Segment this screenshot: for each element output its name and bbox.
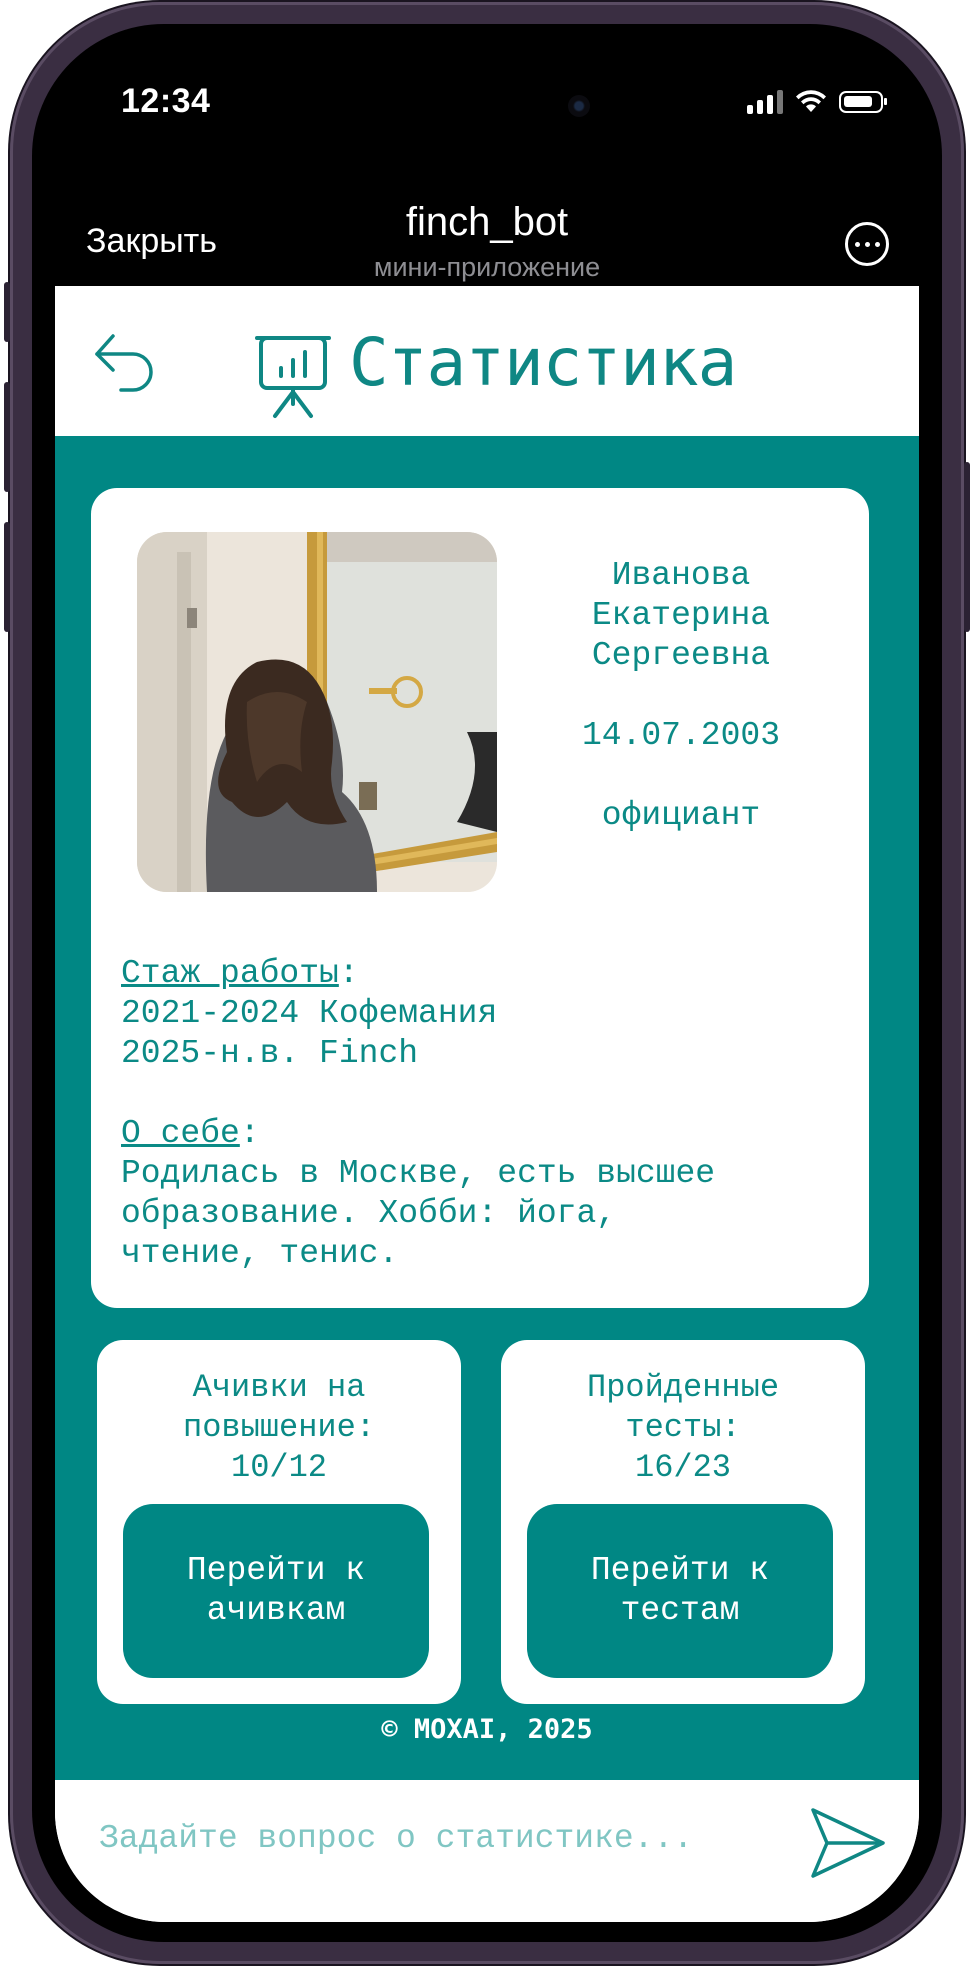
- tests-title: Пройденные тесты: 16/23: [501, 1368, 865, 1488]
- telegram-header: Закрыть finch_bot мини-приложение: [55, 150, 919, 298]
- tests-title-line: тесты:: [625, 1409, 741, 1446]
- bot-name: finch_bot: [405, 200, 569, 244]
- birth-date: 14.07.2003: [581, 717, 781, 754]
- mute-switch: [4, 282, 10, 342]
- person-first-name: Екатерина: [591, 597, 771, 634]
- phone-screen: 12:34 Закрыть finch_bot мини-приложение: [55, 40, 919, 1922]
- go-to-tests-button[interactable]: Перейти к тестам: [527, 1504, 833, 1678]
- wifi-icon: [796, 90, 826, 112]
- tests-card: Пройденные тесты: 16/23 Перейти к тестам: [501, 1340, 865, 1704]
- profile-photo: [137, 532, 497, 892]
- profile-card: Иванова Екатерина Сергеевна 14.07.2003 о…: [91, 488, 869, 1308]
- presentation-board-chart-icon: [255, 336, 331, 418]
- power-button: [964, 462, 970, 632]
- button-label-line: Перейти к: [590, 1552, 770, 1589]
- chat-input-bar: [55, 1780, 919, 1922]
- go-to-achievements-button[interactable]: Перейти к ачивкам: [123, 1504, 429, 1678]
- about-label: О себе: [121, 1115, 240, 1152]
- bio-section: Стаж работы: 2021-2024 Кофемания 2025-н.…: [121, 954, 861, 1274]
- battery-icon: [839, 91, 887, 113]
- button-label-line: ачивкам: [206, 1592, 346, 1629]
- bot-subtitle: мини-приложение: [373, 252, 601, 282]
- achievements-card: Ачивки на повышение: 10/12 Перейти к ачи…: [97, 1340, 461, 1704]
- copyright: © MOXAI, 2025: [381, 1714, 593, 1745]
- tests-title-line: Пройденные: [586, 1369, 780, 1406]
- back-arrow-icon[interactable]: [91, 330, 161, 396]
- content-area: Иванова Екатерина Сергеевна 14.07.2003 о…: [55, 436, 919, 1780]
- status-icons: [747, 84, 887, 120]
- mini-app: Статистика Иванова Екатерина Сергеевна 1…: [55, 286, 919, 1922]
- front-camera: [568, 95, 590, 117]
- person-patronymic: Сергеевна: [591, 637, 771, 674]
- button-label-line: Перейти к: [186, 1552, 366, 1589]
- experience-colon: :: [338, 955, 359, 992]
- app-header: Статистика: [55, 286, 919, 436]
- achievements-count: 10/12: [230, 1449, 327, 1486]
- cellular-signal-icon: [747, 90, 783, 114]
- job-position: официант: [601, 797, 761, 834]
- send-icon[interactable]: [809, 1806, 887, 1880]
- achievements-title-line: повышение:: [182, 1409, 376, 1446]
- about-text-line: образование. Хобби: йога,: [121, 1195, 617, 1232]
- about-text-line: Родилась в Москве, есть высшее: [121, 1155, 716, 1192]
- status-time: 12:34: [121, 82, 211, 120]
- button-label-line: тестам: [620, 1592, 740, 1629]
- volume-down-button: [4, 522, 10, 632]
- achievements-title: Ачивки на повышение: 10/12: [97, 1368, 461, 1488]
- about-text-line: чтение, тенис.: [121, 1235, 399, 1272]
- page-title: Статистика: [349, 324, 737, 401]
- experience-item: 2021-2024 Кофемания: [121, 995, 498, 1032]
- person-last-name: Иванова: [611, 557, 751, 594]
- volume-up-button: [4, 382, 10, 492]
- more-dots-icon[interactable]: [845, 222, 889, 266]
- achievements-title-line: Ачивки на: [192, 1369, 366, 1406]
- question-input[interactable]: [99, 1808, 799, 1868]
- tests-count: 16/23: [634, 1449, 731, 1486]
- about-colon: :: [239, 1115, 260, 1152]
- experience-label: Стаж работы: [121, 955, 339, 992]
- experience-item: 2025-н.в. Finch: [121, 1035, 419, 1072]
- person-info: Иванова Екатерина Сергеевна 14.07.2003 о…: [531, 556, 831, 836]
